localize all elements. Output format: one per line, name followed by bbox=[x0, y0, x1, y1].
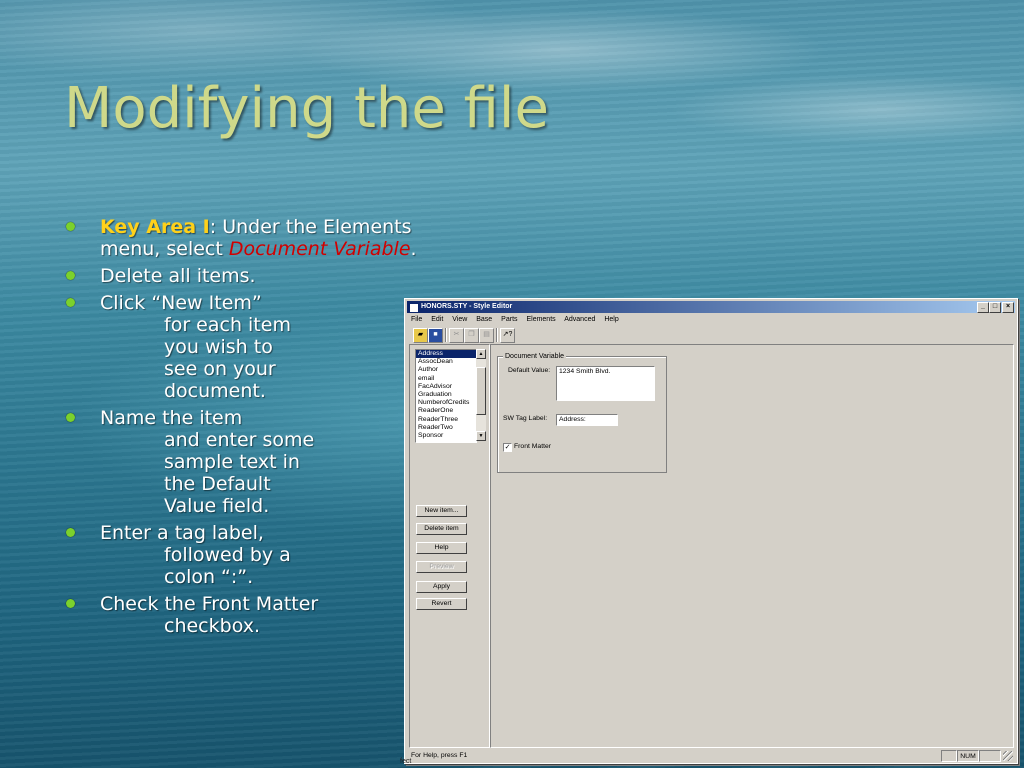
maximize-button[interactable]: □ bbox=[989, 302, 1001, 313]
bullet-text: the Default bbox=[164, 473, 271, 495]
status-panel bbox=[979, 750, 1001, 762]
menu-file[interactable]: File bbox=[411, 316, 422, 323]
status-bar: For Help, press F1 NUM bbox=[409, 750, 1013, 762]
bullet-text: sample text in bbox=[164, 451, 300, 473]
bullet-text: Check the Front Matter bbox=[100, 593, 319, 615]
app-icon bbox=[409, 303, 419, 313]
properties-pane: Document Variable Default Value: 1234 Sm… bbox=[490, 344, 1014, 748]
list-item[interactable]: Graduation bbox=[416, 391, 476, 399]
default-value-field[interactable]: 1234 Smith Blvd. bbox=[556, 366, 655, 401]
bullet-item: Name the item and enter some sample text… bbox=[64, 407, 444, 517]
list-item[interactable]: Address bbox=[416, 350, 476, 359]
front-matter-label: Front Matter bbox=[514, 443, 552, 450]
menu-help[interactable]: Help bbox=[604, 316, 618, 323]
help-button[interactable]: Help bbox=[416, 542, 467, 554]
default-value-label: Default Value: bbox=[508, 367, 551, 374]
bullet-text: you wish to bbox=[164, 336, 273, 358]
apply-button[interactable]: Apply bbox=[416, 581, 467, 593]
menu-advanced[interactable]: Advanced bbox=[564, 316, 595, 323]
list-item[interactable]: Author bbox=[416, 366, 476, 374]
key-area-label: Key Area I bbox=[100, 216, 210, 238]
list-item[interactable]: email bbox=[416, 375, 476, 383]
bullet-dot bbox=[66, 298, 75, 307]
group-title: Document Variable bbox=[503, 352, 567, 361]
status-text: For Help, press F1 bbox=[411, 752, 468, 759]
status-num: NUM bbox=[957, 750, 979, 762]
document-variable-text: Document Variable bbox=[228, 238, 411, 260]
element-list-pane: Address AssocDean Author email FacAdvisor Gra… bbox=[409, 344, 490, 748]
menu-view[interactable]: View bbox=[452, 316, 467, 323]
cut-icon[interactable]: ✂ bbox=[449, 328, 464, 343]
new-item-button[interactable]: New item... bbox=[416, 505, 467, 517]
bullet-text: Value field. bbox=[164, 495, 270, 517]
bullet-list: Key Area I: Under the Elements menu, sel… bbox=[64, 216, 444, 642]
menu-elements[interactable]: Elements bbox=[526, 316, 555, 323]
style-editor-window: HONORS.STY - Style Editor _ □ × File Edi… bbox=[404, 298, 1018, 764]
bullet-text: Click “New Item” bbox=[100, 292, 262, 314]
toolbar-separator bbox=[445, 328, 447, 342]
bullet-dot bbox=[66, 528, 75, 537]
title-bar[interactable]: HONORS.STY - Style Editor _ □ × bbox=[407, 301, 1015, 313]
slide-title: Modifying the file bbox=[64, 76, 549, 141]
paste-icon[interactable]: ▤ bbox=[479, 328, 494, 343]
bullet-dot bbox=[66, 413, 75, 422]
bullet-text: Delete all items. bbox=[100, 265, 256, 287]
bullet-text: and enter some bbox=[164, 429, 315, 451]
bullet-dot bbox=[66, 599, 75, 608]
copy-icon[interactable]: ❐ bbox=[464, 328, 479, 343]
list-item[interactable]: NumberofCredits bbox=[416, 399, 476, 407]
bullet-item: Key Area I: Under the Elements menu, sel… bbox=[64, 216, 444, 260]
bullet-text: colon “:”. bbox=[164, 566, 254, 588]
tag-label-field[interactable]: Address: bbox=[556, 414, 618, 426]
bullet-item: Click “New Item” for each item you wish … bbox=[64, 292, 444, 402]
bullet-text: checkbox. bbox=[164, 615, 261, 637]
bullet-text: see on your bbox=[164, 358, 276, 380]
list-item[interactable]: ReaderOne bbox=[416, 407, 476, 415]
bullet-text: followed by a bbox=[164, 544, 291, 566]
list-item[interactable]: FacAdvisor bbox=[416, 383, 476, 391]
menu-bar: File Edit View Base Parts Elements Advan… bbox=[411, 315, 626, 325]
tag-label-label: SW Tag Label: bbox=[503, 415, 548, 422]
window-title: HONORS.STY - Style Editor bbox=[421, 303, 513, 310]
status-panel bbox=[941, 750, 957, 762]
bullet-item: Check the Front Matter checkbox. bbox=[64, 593, 444, 637]
listbox-scrollbar[interactable]: ▲ ▼ bbox=[476, 349, 486, 441]
bullet-text: document. bbox=[164, 380, 266, 402]
menu-base[interactable]: Base bbox=[476, 316, 492, 323]
scroll-thumb[interactable] bbox=[476, 367, 486, 415]
resize-grip[interactable] bbox=[1003, 751, 1013, 761]
menu-parts[interactable]: Parts bbox=[501, 316, 517, 323]
bullet-text: Enter a tag label, bbox=[100, 522, 264, 544]
help-pointer-icon[interactable]: ↗? bbox=[500, 328, 515, 343]
bullet-item: Enter a tag label, followed by a colon “… bbox=[64, 522, 444, 588]
list-item[interactable]: ReaderThree bbox=[416, 416, 476, 424]
menu-edit[interactable]: Edit bbox=[431, 316, 443, 323]
list-item[interactable]: ReaderTwo bbox=[416, 424, 476, 432]
scroll-down-icon[interactable]: ▼ bbox=[476, 431, 486, 441]
revert-button[interactable]: Revert bbox=[416, 598, 467, 610]
delete-item-button[interactable]: Delete item bbox=[416, 523, 467, 535]
document-variable-group: Document Variable Default Value: 1234 Sm… bbox=[497, 352, 667, 473]
bullet-dot bbox=[66, 271, 75, 280]
bullet-text: menu, select bbox=[100, 238, 229, 260]
list-item[interactable]: AssocDean bbox=[416, 358, 476, 366]
background-text-fragment: fect bbox=[400, 758, 412, 765]
bullet-text: Name the item bbox=[100, 407, 243, 429]
bullet-text: . bbox=[410, 238, 417, 260]
bullet-dot bbox=[66, 222, 75, 231]
scroll-up-icon[interactable]: ▲ bbox=[476, 349, 486, 359]
toolbar-separator bbox=[496, 328, 498, 342]
bullet-text: for each item bbox=[164, 314, 291, 336]
open-icon[interactable]: ▰ bbox=[413, 328, 428, 343]
close-button[interactable]: × bbox=[1002, 302, 1014, 313]
front-matter-checkbox[interactable]: ✓ bbox=[503, 443, 512, 452]
preview-button[interactable]: Preview bbox=[416, 561, 467, 573]
minimize-button[interactable]: _ bbox=[977, 302, 989, 313]
list-item[interactable]: Sponsor bbox=[416, 432, 476, 440]
variable-listbox[interactable]: Address AssocDean Author email FacAdvisor Gra… bbox=[415, 349, 477, 443]
bullet-text: : Under the Elements bbox=[209, 216, 412, 238]
save-icon[interactable]: ■ bbox=[428, 328, 443, 343]
bullet-item: Delete all items. bbox=[64, 265, 444, 287]
